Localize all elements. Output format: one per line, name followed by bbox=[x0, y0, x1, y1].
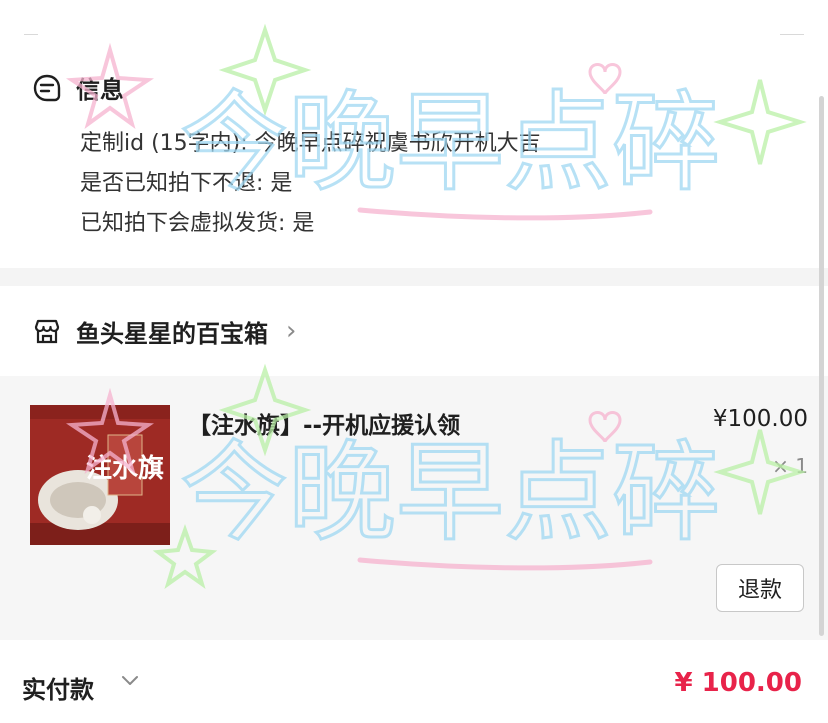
section-gap bbox=[0, 268, 828, 286]
product-price: ¥100.00 bbox=[712, 406, 808, 432]
thumbnail-caption: 注水旗 bbox=[86, 453, 164, 484]
info-lines: 定制id (15字内): 今晚早点碎祝虞书欣开机大吉 是否已知拍下不退: 是 已… bbox=[80, 124, 541, 244]
paid-label[interactable]: 实付款 bbox=[22, 670, 94, 705]
info-header: 信息 bbox=[32, 70, 124, 105]
shop-icon bbox=[34, 319, 60, 344]
shop-name[interactable]: 鱼头星星的百宝箱 bbox=[76, 314, 268, 349]
product-image: 注水旗 bbox=[30, 405, 170, 545]
refund-button[interactable]: 退款 bbox=[716, 564, 804, 612]
shop-row[interactable]: 鱼头星星的百宝箱 › bbox=[0, 286, 828, 376]
payment-summary: 实付款 ¥ 100.00 bbox=[0, 640, 828, 723]
top-divider bbox=[0, 0, 828, 36]
order-item: 注水旗 【注水旗】--开机应援认领 ¥100.00 × 1 退款 bbox=[0, 376, 828, 640]
order-info-card: 信息 定制id (15字内): 今晚早点碎祝虞书欣开机大吉 是否已知拍下不退: … bbox=[0, 36, 828, 268]
chevron-down-icon[interactable] bbox=[118, 668, 142, 692]
info-title: 信息 bbox=[76, 76, 124, 104]
scrollbar[interactable] bbox=[819, 96, 824, 636]
no-refund-line: 是否已知拍下不退: 是 bbox=[80, 171, 293, 196]
product-title[interactable]: 【注水旗】--开机应援认领 bbox=[188, 406, 460, 440]
divider-left bbox=[24, 34, 38, 35]
product-quantity: × 1 bbox=[772, 454, 808, 478]
chevron-right-icon: › bbox=[286, 316, 297, 346]
note-icon bbox=[33, 74, 61, 101]
product-thumbnail[interactable]: 注水旗 bbox=[30, 405, 170, 545]
paid-amount: ¥ 100.00 bbox=[674, 668, 802, 698]
virtual-ship-line: 已知拍下会虚拟发货: 是 bbox=[80, 211, 315, 236]
divider-right bbox=[780, 34, 804, 35]
custom-id-line: 定制id (15字内): 今晚早点碎祝虞书欣开机大吉 bbox=[80, 131, 541, 156]
